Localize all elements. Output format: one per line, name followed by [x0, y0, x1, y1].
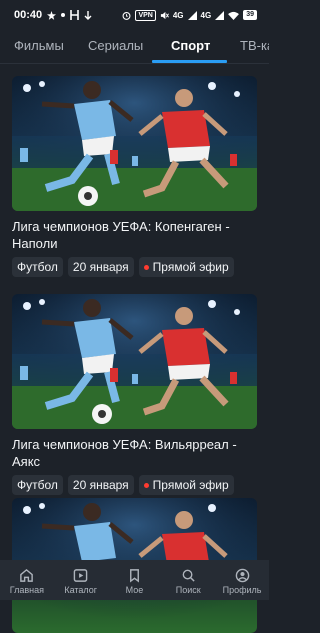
status-time: 00:40 — [14, 9, 43, 21]
live-label: Прямой эфир — [152, 478, 229, 492]
event-title[interactable]: Лига чемпионов УЕФА: Копенгаген - Наполи — [12, 218, 257, 252]
bookmark-icon — [126, 567, 142, 583]
event-thumbnail[interactable] — [12, 294, 257, 429]
signal-1-icon — [187, 10, 197, 20]
star-icon — [47, 10, 57, 20]
nav-my-label: Мое — [125, 585, 144, 595]
live-chip: Прямой эфир — [138, 257, 234, 277]
tabs-divider — [0, 63, 269, 64]
event-tags: Футбол 20 января Прямой эфир — [12, 257, 257, 277]
tab-tv[interactable]: ТВ-ка — [240, 38, 269, 53]
event-card[interactable]: Лига чемпионов УЕФА: Вильярреал - Аякс Ф… — [12, 294, 257, 495]
nav-profile-label: Профиль — [222, 585, 262, 595]
category-tabs: Фильмы Сериалы Спорт ТВ-ка — [0, 30, 269, 62]
nav-my[interactable]: Мое — [109, 567, 159, 595]
dot-icon — [61, 13, 66, 17]
bottom-navigation: Главная Каталог Мое Поиск Профиль — [0, 560, 269, 600]
live-label: Прямой эфир — [152, 260, 229, 274]
wifi-icon — [228, 11, 240, 20]
tab-sport[interactable]: Спорт — [171, 38, 210, 53]
vpn-badge: VPN — [135, 9, 156, 21]
event-card[interactable]: Лига чемпионов УЕФА: Копенгаген - Наполи… — [12, 76, 257, 277]
date-chip: 20 января — [67, 475, 134, 495]
event-title[interactable]: Лига чемпионов УЕФА: Вильярреал - Аякс — [12, 436, 257, 470]
notification-arrow-icon — [84, 10, 92, 20]
status-bar: 00:40 VPN 4G 4G 39 — [0, 0, 269, 30]
nav-home[interactable]: Главная — [2, 567, 52, 595]
nav-profile[interactable]: Профиль — [217, 567, 267, 595]
date-chip: 20 января — [67, 257, 134, 277]
live-dot-icon — [143, 264, 149, 270]
catalog-icon — [73, 567, 89, 583]
signal-2-icon — [215, 10, 225, 20]
alarm-icon — [122, 11, 131, 20]
nav-catalog-label: Каталог — [64, 585, 98, 595]
sport-chip: Футбол — [12, 475, 63, 495]
event-thumbnail[interactable] — [12, 76, 257, 211]
nav-catalog[interactable]: Каталог — [56, 567, 106, 595]
live-dot-icon — [143, 482, 149, 488]
home-icon — [19, 567, 35, 583]
search-icon — [180, 567, 196, 583]
tab-films[interactable]: Фильмы — [14, 38, 64, 53]
notification-h-icon — [70, 10, 79, 20]
live-chip: Прямой эфир — [138, 475, 234, 495]
nav-search-label: Поиск — [175, 585, 201, 595]
profile-icon — [234, 567, 250, 583]
event-tags: Футбол 20 января Прямой эфир — [12, 475, 257, 495]
battery-indicator: 39 — [243, 10, 257, 20]
mute-icon — [160, 11, 169, 20]
nav-home-label: Главная — [9, 585, 45, 595]
network-1-label: 4G — [172, 10, 184, 20]
network-2-label: 4G — [200, 10, 212, 20]
nav-search[interactable]: Поиск — [163, 567, 213, 595]
sport-chip: Футбол — [12, 257, 63, 277]
tab-series[interactable]: Сериалы — [88, 38, 143, 53]
